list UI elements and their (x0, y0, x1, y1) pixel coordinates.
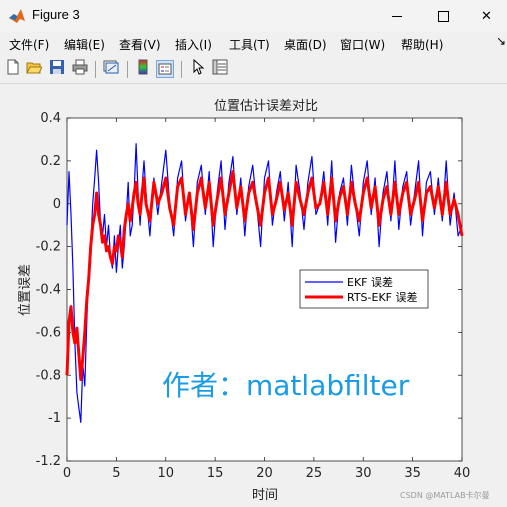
minimize-button[interactable] (374, 0, 420, 32)
insert-colorbar-icon (135, 59, 151, 79)
insert-legend-icon (156, 60, 174, 78)
toolbar-separator (127, 61, 128, 78)
x-tick-label: 0 (63, 466, 71, 481)
legend[interactable]: EKF 误差 RTS-EKF 误差 (299, 269, 429, 309)
y-tick-label: -0.2 (36, 240, 61, 255)
figure-canvas: 位置估计误差对比 0 5 10 15 20 25 30 35 40 0.4 0.2 0 -0.2 -0.4… (0, 84, 507, 507)
minimize-icon (392, 15, 402, 17)
edit-plot-cursor-icon (190, 58, 206, 79)
save-button[interactable] (47, 59, 67, 79)
menu-view[interactable]: 查看(V) (119, 36, 161, 53)
maximize-button[interactable] (420, 0, 466, 32)
y-tick-label: -0.8 (36, 368, 61, 383)
edit-plot-button[interactable] (188, 58, 208, 79)
y-tick-label: -0.4 (36, 283, 61, 298)
x-tick-label: 25 (306, 466, 323, 481)
link-plot-button[interactable] (101, 59, 121, 79)
toolbar-separator (181, 61, 182, 78)
menu-file[interactable]: 文件(F) (9, 36, 49, 53)
x-tick-label: 10 (157, 466, 174, 481)
property-inspector-button[interactable] (210, 59, 230, 79)
menu-desktop[interactable]: 桌面(D) (284, 36, 327, 53)
x-tick-label: 15 (207, 466, 224, 481)
x-tick-label: 35 (404, 466, 421, 481)
menu-window[interactable]: 窗口(W) (340, 36, 385, 53)
menu-bar: 文件(F) 编辑(E) 查看(V) 插入(I) 工具(T) 桌面(D) 窗口(W… (0, 32, 507, 56)
y-tick-label: -1 (48, 411, 61, 426)
insert-colorbar-button[interactable] (133, 59, 153, 79)
window-title: Figure 3 (32, 7, 80, 22)
y-tick-label: 0.4 (40, 111, 61, 126)
insert-legend-button[interactable] (155, 59, 175, 79)
x-tick-label: 5 (112, 466, 120, 481)
legend-label-ekf: EKF 误差 (347, 275, 393, 289)
x-tick-label: 40 (454, 466, 471, 481)
chart-title: 位置估计误差对比 (214, 99, 318, 114)
menu-tools[interactable]: 工具(T) (229, 36, 270, 53)
open-file-button[interactable] (24, 59, 44, 79)
matlab-icon (8, 7, 26, 25)
plot-area[interactable]: 位置估计误差对比 0 5 10 15 20 25 30 35 40 0.4 0.2 0 -0.2 -0.4… (0, 84, 507, 507)
toolbar-separator (95, 61, 96, 78)
y-tick-label: 0.2 (40, 154, 61, 169)
author-watermark: 作者：matlabfilter (162, 369, 410, 402)
menu-help[interactable]: 帮助(H) (401, 36, 443, 53)
y-tick-label: -1.2 (36, 454, 61, 469)
menu-insert[interactable]: 插入(I) (175, 36, 212, 53)
x-tick-label: 20 (256, 466, 273, 481)
csdn-watermark: CSDN @MATLAB卡尔曼 (400, 491, 490, 500)
y-tick-label: 0 (53, 197, 61, 212)
x-tick-label: 30 (355, 466, 372, 481)
maximize-icon (437, 10, 449, 22)
link-plot-icon (103, 59, 119, 79)
print-button[interactable] (70, 59, 90, 79)
menu-edit[interactable]: 编辑(E) (64, 36, 105, 53)
figure-window: Figure 3 ✕ 文件(F) 编辑(E) 查看(V) 插入(I) 工具(T)… (0, 0, 507, 507)
open-icon (26, 59, 43, 79)
legend-label-rts: RTS-EKF 误差 (347, 290, 418, 304)
property-inspector-icon (212, 59, 228, 79)
y-axis-label: 位置误差 (18, 264, 33, 316)
title-bar: Figure 3 ✕ (0, 0, 507, 32)
close-button[interactable]: ✕ (466, 0, 507, 32)
save-icon (49, 59, 65, 79)
menu-overflow-icon[interactable]: ↘ (496, 34, 506, 48)
new-figure-button[interactable] (3, 59, 23, 79)
toolbar (0, 57, 507, 84)
print-icon (72, 59, 88, 79)
x-axis-label: 时间 (252, 488, 278, 503)
new-figure-icon (5, 59, 21, 79)
y-tick-label: -0.6 (36, 325, 61, 340)
close-icon: ✕ (481, 8, 492, 24)
